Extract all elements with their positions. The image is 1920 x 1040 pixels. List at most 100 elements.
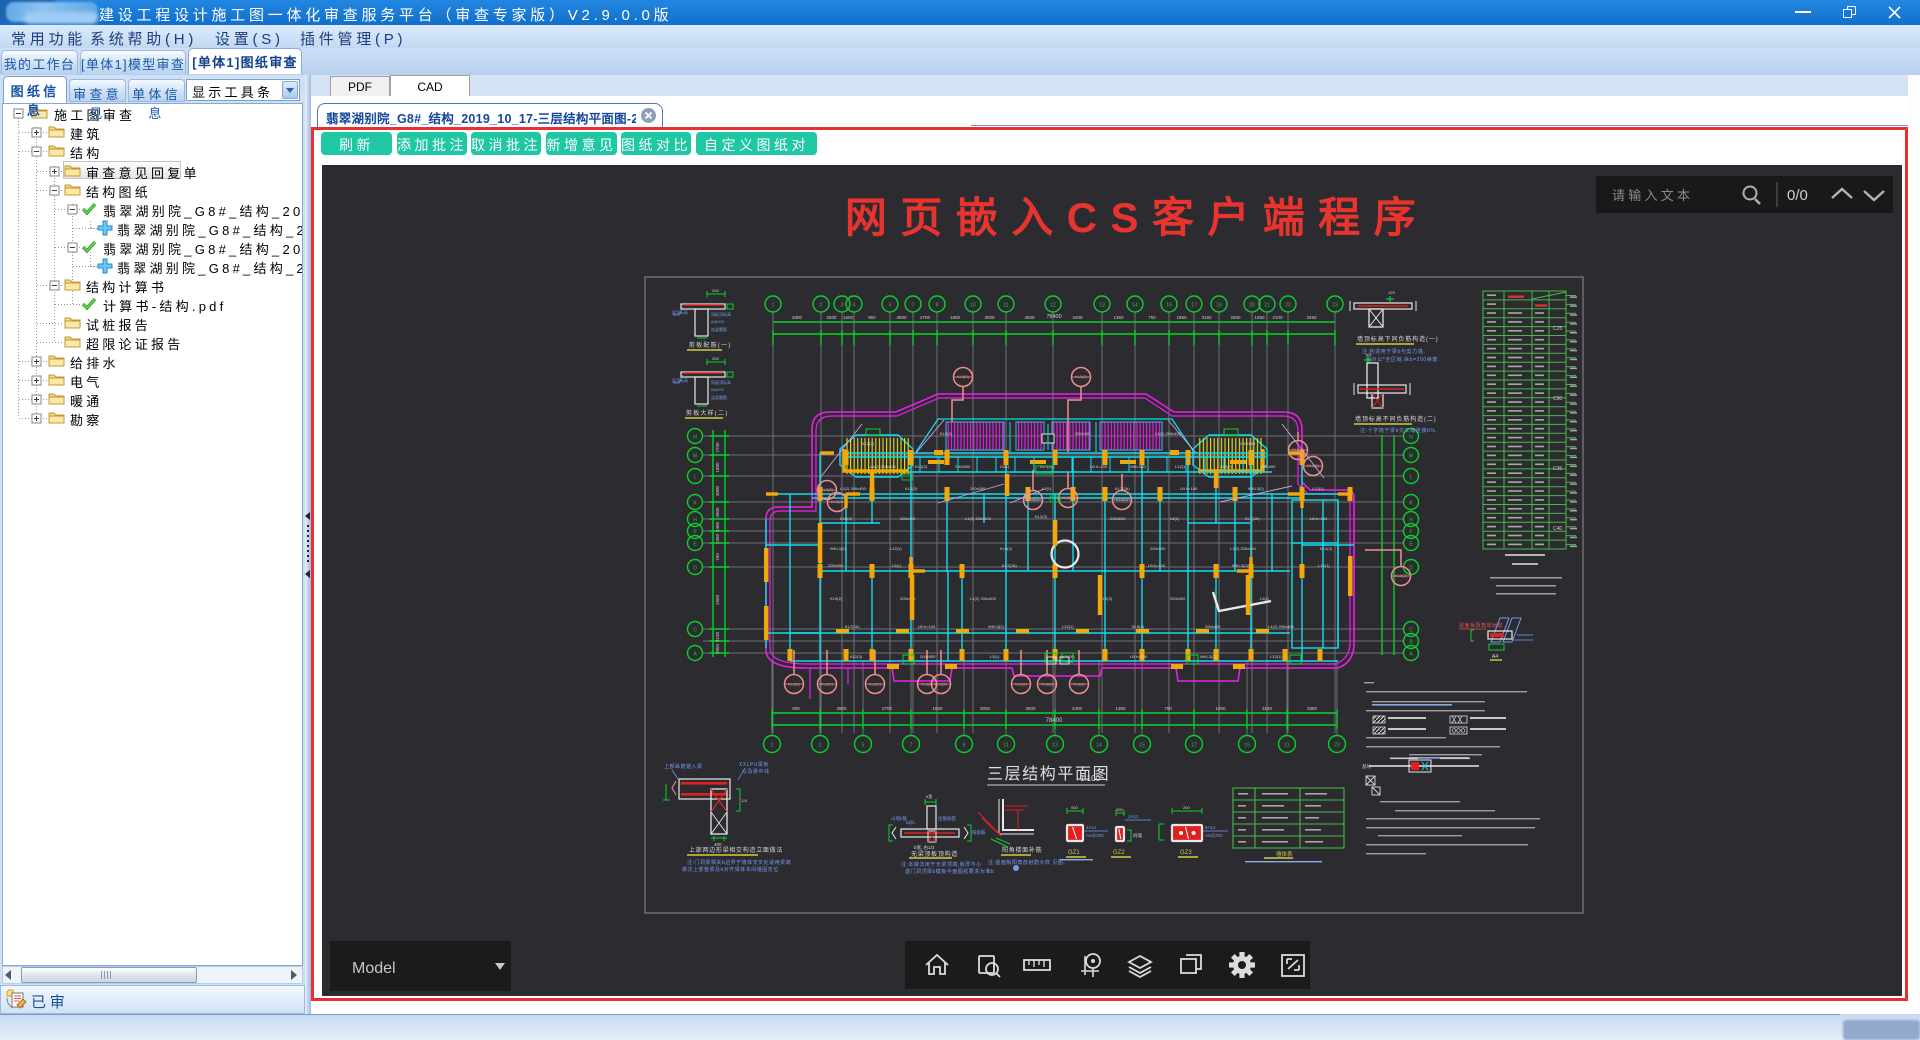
svg-text:200x500: 200x500 <box>1240 441 1256 446</box>
svg-text:F: F <box>1409 530 1412 536</box>
svg-text:KL6(2): KL6(2) <box>1073 682 1086 687</box>
svg-text:7: 7 <box>912 303 915 309</box>
svg-text:200: 200 <box>712 356 719 361</box>
svg-text:1500: 1500 <box>843 315 854 320</box>
svg-text:请输入文本: 请输入文本 <box>1612 188 1693 203</box>
svg-text:14: 14 <box>1096 743 1102 749</box>
svg-text:3300: 3300 <box>792 315 803 320</box>
svg-text:KL9(2): KL9(2) <box>840 516 853 521</box>
svg-text:2400: 2400 <box>715 521 720 532</box>
svg-text:梁顶标高: 梁顶标高 <box>672 377 688 383</box>
svg-text:3600: 3600 <box>715 507 720 518</box>
svg-text:3000: 3000 <box>984 315 995 320</box>
svg-text:基坑: 基坑 <box>1362 763 1371 770</box>
svg-text:10: 10 <box>970 303 976 309</box>
svg-text:750: 750 <box>1164 706 1172 711</box>
svg-text:5: 5 <box>862 743 865 749</box>
svg-text:1350: 1350 <box>1115 706 1126 711</box>
svg-text:23: 23 <box>1334 743 1340 749</box>
svg-text:C35: C35 <box>1553 466 1562 472</box>
svg-text:8@200: 8@200 <box>711 319 725 324</box>
svg-text:2: 2 <box>819 743 822 749</box>
svg-text:L12(1): L12(1) <box>1175 464 1187 469</box>
svg-text:KL2(3): KL2(3) <box>850 654 863 659</box>
svg-text:2850: 2850 <box>1230 315 1241 320</box>
svg-text:C40: C40 <box>1553 526 1562 532</box>
svg-text:2700: 2700 <box>882 706 893 711</box>
svg-text:13: 13 <box>1052 743 1058 749</box>
svg-text:KL3(2): KL3(2) <box>1395 573 1408 578</box>
svg-text:20: 20 <box>1249 303 1255 309</box>
svg-text:L5(1): L5(1) <box>892 563 902 568</box>
svg-text:KL2(3): KL2(3) <box>1320 546 1333 551</box>
svg-text:78400: 78400 <box>1046 718 1063 724</box>
svg-text:D: D <box>1409 566 1413 572</box>
svg-text:1800: 1800 <box>715 462 720 473</box>
svg-text:XXLPU梁板: XXLPU梁板 <box>739 761 769 768</box>
svg-text:200x500: 200x500 <box>1170 596 1186 601</box>
svg-text:网页嵌入CS客户端程序: 网页嵌入CS客户端程序 <box>845 194 1429 241</box>
svg-text:1950: 1950 <box>1215 706 1226 711</box>
svg-text:14: 14 <box>1132 303 1138 309</box>
svg-text:KL2(3): KL2(3) <box>915 464 928 469</box>
svg-text:L12(1): L12(1) <box>1318 563 1330 568</box>
svg-text:L1(2) 200x400: L1(2) 200x400 <box>1230 546 1257 551</box>
svg-text:N: N <box>1409 435 1413 441</box>
svg-text:注:门洞梁相关b边界于墙体交叉处适用梁端: 注:门洞梁相关b边界于墙体交叉处适用梁端 <box>687 859 791 866</box>
svg-text:7: 7 <box>910 743 913 749</box>
svg-text:KL6(2): KL6(2) <box>921 682 934 687</box>
svg-text:200x500: 200x500 <box>920 654 936 659</box>
svg-text:3600: 3600 <box>1024 315 1035 320</box>
svg-text:N: N <box>693 435 697 441</box>
svg-text:L: L <box>1410 475 1413 481</box>
svg-text:C: C <box>693 628 697 634</box>
svg-text:L: L <box>694 475 697 481</box>
svg-text:KL2(3): KL2(3) <box>905 486 918 491</box>
svg-text:13: 13 <box>1099 303 1105 309</box>
svg-text:17: 17 <box>1191 743 1197 749</box>
svg-text:11: 11 <box>1003 743 1008 749</box>
svg-text:200x500: 200x500 <box>955 464 971 469</box>
svg-text:同板顶标高: 同板顶标高 <box>711 311 731 317</box>
svg-text:11: 11 <box>1003 303 1008 309</box>
svg-text:6@L: 6@L <box>906 820 916 825</box>
svg-text:750: 750 <box>1148 315 1156 320</box>
svg-text:剪板大样(二): 剪板大样(二) <box>686 409 728 417</box>
svg-text:3000: 3000 <box>715 485 720 496</box>
svg-text:L12(1): L12(1) <box>1312 486 1324 491</box>
svg-text:22: 22 <box>1285 303 1291 309</box>
svg-text:3150: 3150 <box>1262 706 1273 711</box>
svg-text:KL6(2): KL6(2) <box>788 682 801 687</box>
svg-text:4: 4 <box>853 303 856 309</box>
svg-text:M: M <box>1409 454 1413 460</box>
svg-text:遇门洞顶梁b模板平面图纸要求为准b.: 遇门洞顶梁b模板平面图纸要求为准b. <box>905 868 996 875</box>
svg-text:KL3(2): KL3(2) <box>1116 497 1129 502</box>
svg-text:Ln: Ln <box>742 798 748 803</box>
svg-text:拉筋加密: 拉筋加密 <box>938 815 956 822</box>
svg-text:12: 12 <box>1050 303 1056 309</box>
svg-text:2850: 2850 <box>1307 706 1318 711</box>
svg-text:阳角筋: 阳角筋 <box>972 829 986 836</box>
svg-text:3150: 3150 <box>715 631 720 642</box>
svg-text:LB h=100: LB h=100 <box>1148 563 1166 568</box>
svg-text:23: 23 <box>1332 303 1338 309</box>
svg-text:200x400: 200x400 <box>1150 546 1166 551</box>
svg-text:KL9(2): KL9(2) <box>940 431 953 436</box>
svg-text:200x500: 200x500 <box>828 563 844 568</box>
svg-text:无梁顶板顶构造: 无梁顶板顶构造 <box>911 850 958 858</box>
svg-text:墙体表: 墙体表 <box>1276 850 1293 858</box>
svg-text:3900: 3900 <box>896 315 907 320</box>
svg-text:1950: 1950 <box>1176 315 1187 320</box>
svg-text:1: 1 <box>771 743 774 749</box>
svg-text:21: 21 <box>1284 743 1290 749</box>
svg-text:KL3(2): KL3(2) <box>1075 374 1088 379</box>
svg-text:GZ2: GZ2 <box>1113 850 1125 856</box>
svg-text:KL3(2): KL3(2) <box>1062 495 1075 500</box>
svg-text:L5(1): L5(1) <box>1260 596 1270 601</box>
svg-text:1:100: 1:100 <box>1080 774 1101 783</box>
svg-text:A6@200: A6@200 <box>1086 833 1104 838</box>
svg-text:A4: A4 <box>1492 654 1498 660</box>
svg-text:8@200: 8@200 <box>711 387 725 392</box>
svg-text:LB h=100: LB h=100 <box>1090 464 1108 469</box>
svg-text:KL9(2): KL9(2) <box>1220 464 1233 469</box>
